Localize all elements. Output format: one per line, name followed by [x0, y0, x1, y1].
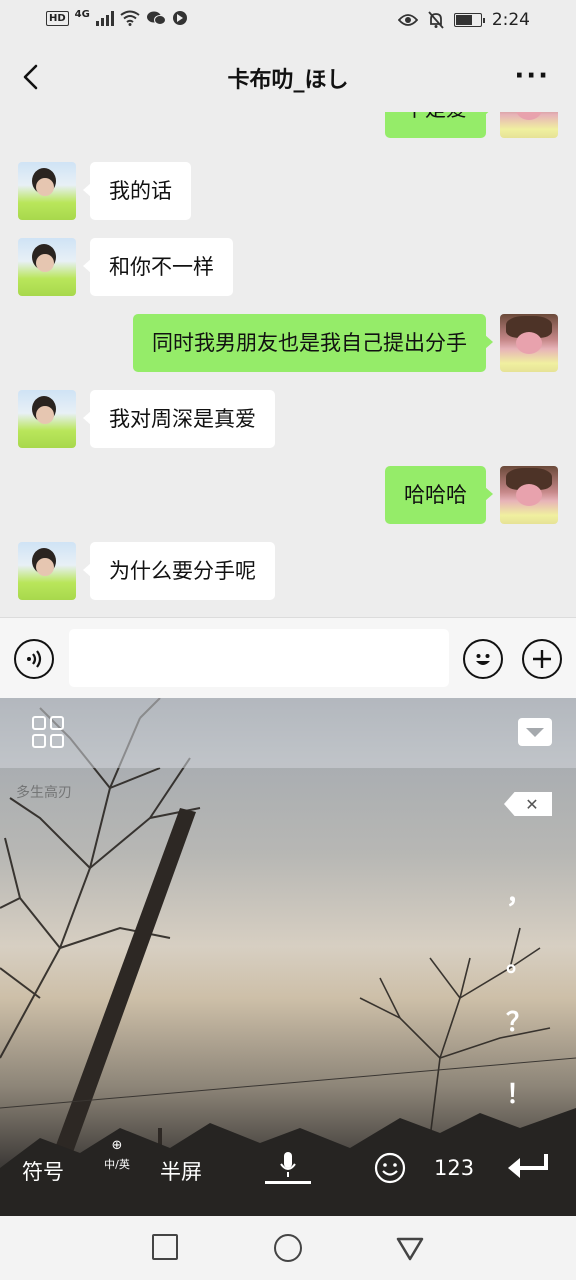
chat-title: 卡布叻_ほし	[227, 68, 349, 93]
message-bubble[interactable]: 我的话	[83, 162, 191, 220]
period-key[interactable]: 。	[506, 942, 532, 979]
chat-header: 卡布叻_ほし ···	[0, 42, 576, 112]
mute-bell-icon	[428, 11, 444, 29]
message-list: 不是爱我的话和你不一样同时我男朋友也是我自己提出分手我对周深是真爱哈哈哈为什么要…	[0, 112, 576, 617]
home-icon[interactable]	[274, 1234, 302, 1262]
more-functions-button[interactable]	[522, 639, 562, 679]
ime-keyboard: 多生高刃 ✕ ， 。 ？ ！ 符号 ⊕ 中/英 半屏 123	[0, 698, 576, 1216]
plus-icon	[533, 650, 551, 668]
status-bar: HD 4G 2:24	[0, 0, 576, 42]
eye-icon	[397, 14, 418, 26]
message-bubble[interactable]: 和你不一样	[83, 238, 233, 296]
message-bubble[interactable]: 不是爱	[385, 112, 493, 138]
language-switch-key[interactable]: ⊕ 中/英	[102, 1138, 132, 1172]
half-screen-key[interactable]: 半屏	[160, 1156, 202, 1186]
system-nav-bar	[0, 1216, 576, 1280]
sent-message: 不是爱	[0, 112, 576, 140]
voice-input-button[interactable]	[14, 639, 54, 679]
received-message: 为什么要分手呢	[0, 542, 576, 602]
wechat-notification-icon	[146, 11, 166, 25]
exclamation-key[interactable]: ！	[506, 1074, 532, 1111]
keyboard-background-image	[0, 698, 576, 1216]
background-watermark: 多生高刃	[16, 785, 72, 801]
message-bubble[interactable]: 我对周深是真爱	[83, 390, 275, 448]
microphone-icon[interactable]	[280, 1152, 296, 1178]
keyboard-emoji-icon[interactable]	[374, 1152, 406, 1184]
received-message: 我的话	[0, 162, 576, 222]
back-nav-icon[interactable]	[396, 1234, 424, 1262]
comma-key[interactable]: ，	[506, 874, 532, 911]
my-avatar[interactable]	[500, 112, 558, 138]
my-avatar[interactable]	[500, 314, 558, 372]
contact-avatar[interactable]	[18, 390, 76, 448]
status-time: 2:24	[491, 10, 530, 30]
symbols-key[interactable]: 符号	[22, 1156, 64, 1186]
collapse-keyboard-icon[interactable]	[518, 718, 552, 746]
sent-message: 哈哈哈	[0, 466, 576, 526]
emoji-button[interactable]	[463, 639, 503, 679]
my-avatar[interactable]	[500, 466, 558, 524]
message-bubble[interactable]: 同时我男朋友也是我自己提出分手	[133, 314, 493, 372]
keyboard-toolbar	[0, 698, 576, 768]
enter-icon[interactable]	[506, 1152, 552, 1180]
more-options-icon[interactable]: ···	[514, 63, 550, 89]
hd-badge: HD	[46, 10, 69, 26]
contact-avatar[interactable]	[18, 238, 76, 296]
globe-icon: ⊕	[111, 1138, 123, 1153]
voice-icon	[27, 650, 42, 668]
smiley-icon	[476, 654, 490, 665]
received-message: 和你不一样	[0, 238, 576, 298]
signal-icon	[95, 10, 114, 26]
contact-avatar[interactable]	[18, 542, 76, 600]
message-input[interactable]	[69, 629, 449, 687]
battery-icon	[453, 13, 485, 27]
space-key-indicator[interactable]	[265, 1181, 311, 1184]
wifi-icon	[120, 10, 140, 26]
contact-avatar[interactable]	[18, 162, 76, 220]
toolbar-menu-icon[interactable]	[32, 716, 64, 748]
network-type: 4G	[74, 8, 90, 20]
location-app-icon	[172, 11, 187, 25]
numbers-key[interactable]: 123	[434, 1156, 474, 1180]
message-bubble[interactable]: 为什么要分手呢	[83, 542, 275, 600]
question-key[interactable]: ？	[506, 1002, 532, 1039]
sent-message: 同时我男朋友也是我自己提出分手	[0, 314, 576, 374]
input-bar	[0, 617, 576, 698]
received-message: 我对周深是真爱	[0, 390, 576, 450]
message-bubble[interactable]: 哈哈哈	[385, 466, 493, 524]
recents-icon[interactable]	[152, 1234, 178, 1260]
language-switch-label: 中/英	[104, 1158, 130, 1171]
